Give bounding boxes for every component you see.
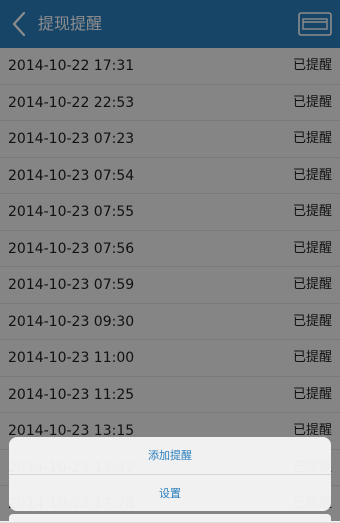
action-sheet: 添加提醒 设置: [9, 437, 331, 511]
add-reminder-button[interactable]: 添加提醒: [9, 437, 331, 474]
settings-button[interactable]: 设置: [9, 475, 331, 511]
cancel-sheet-edge[interactable]: [9, 514, 331, 521]
